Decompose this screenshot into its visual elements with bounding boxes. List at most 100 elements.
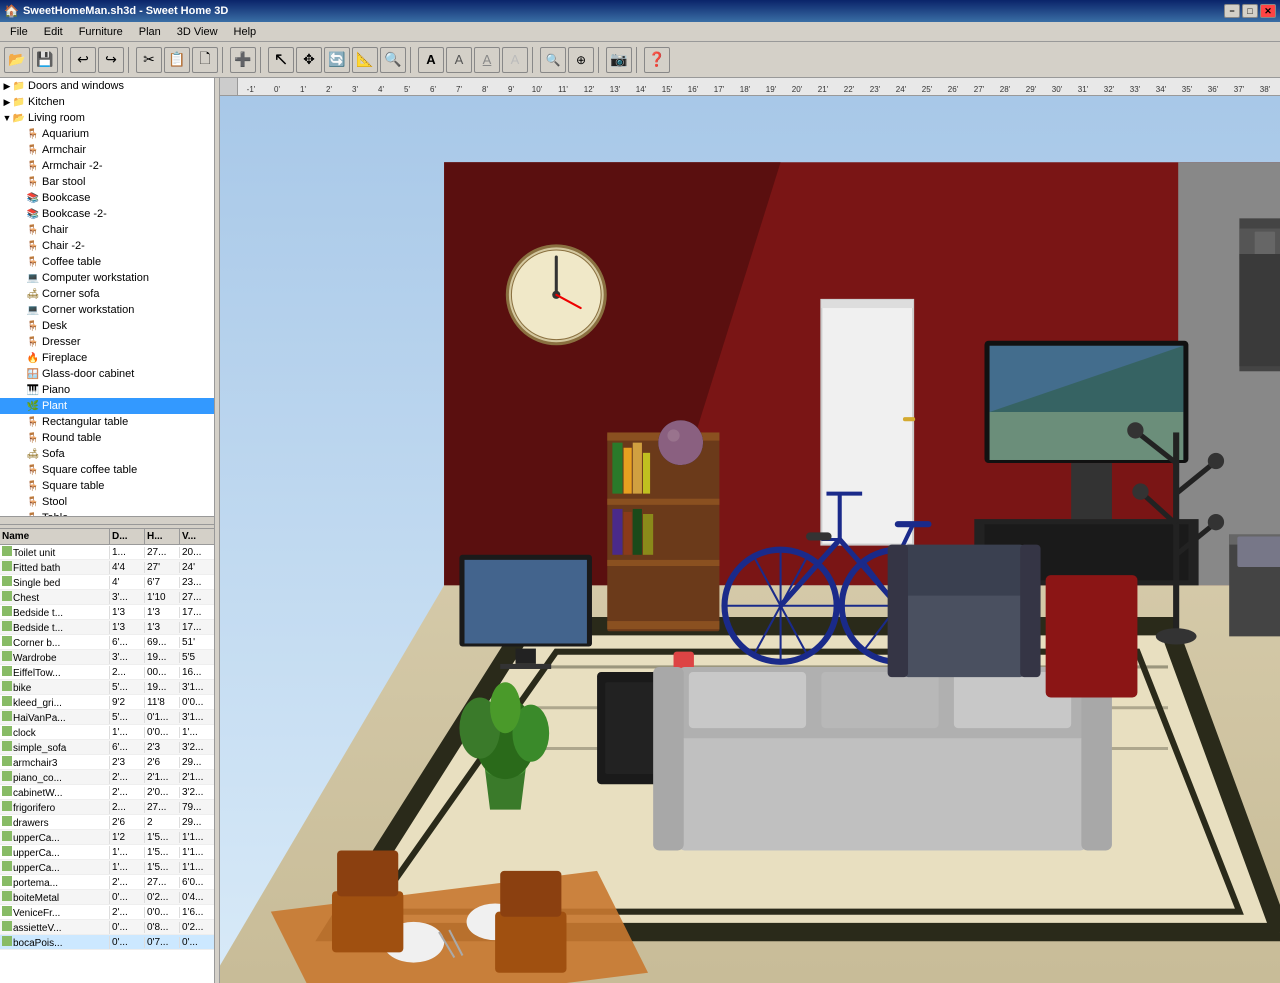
toolbar-add-furniture[interactable]: ➕ — [230, 47, 256, 73]
tree-item-bookcase2[interactable]: 📚 Bookcase -2- — [0, 206, 214, 222]
list-item-chest[interactable]: Chest 3'... 1'10 27... ☑ — [0, 590, 214, 605]
toolbar-zoom-in[interactable]: 🔍 — [380, 47, 406, 73]
toolbar-text-a3[interactable]: A — [474, 47, 500, 73]
item-v-frigo: 79... — [180, 802, 214, 813]
toolbar: 📂 💾 ↩ ↪ ✂ 📋 🗋 ➕ ↖ ✥ 🔄 📐 🔍 A A A A 🔍 ⊕ 📷 … — [0, 42, 1280, 78]
list-item-toilet[interactable]: Toilet unit 1... 27... 20... ☑ — [0, 545, 214, 560]
list-item-assiettev[interactable]: assietteV... 0'... 0'8... 0'2... ☑ — [0, 920, 214, 935]
menu-edit[interactable]: Edit — [36, 24, 71, 40]
item-name-venicefr: VeniceFr... — [0, 906, 110, 919]
toolbar-rotate[interactable]: 🔄 — [324, 47, 350, 73]
tree-item-dresser[interactable]: 🪑 Dresser — [0, 334, 214, 350]
list-item-bedside1[interactable]: Bedside t... 1'3 1'3 17... ☑ — [0, 605, 214, 620]
tree-item-sqtable[interactable]: 🪑 Square table — [0, 478, 214, 494]
tree-item-armchair2[interactable]: 🪑 Armchair -2- — [0, 158, 214, 174]
list-item-cornerb[interactable]: Corner b... 6'... 69... 51' ☑ — [0, 635, 214, 650]
list-item-singlebed[interactable]: Single bed 4' 6'7 23... ☑ — [0, 575, 214, 590]
toolbar-zoom-fit[interactable]: ⊕ — [568, 47, 594, 73]
tree-item-chair2[interactable]: 🪑 Chair -2- — [0, 238, 214, 254]
col-depth[interactable]: D... — [110, 529, 145, 544]
tree-item-sofa[interactable]: 🛋 Sofa — [0, 446, 214, 462]
toolbar-help[interactable]: ❓ — [644, 47, 670, 73]
tree-item-cornersofa[interactable]: 🛋 Corner sofa — [0, 286, 214, 302]
list-item-wardrobe[interactable]: Wardrobe 3'... 19... 5'5 ☑ — [0, 650, 214, 665]
tree-item-recttable[interactable]: 🪑 Rectangular table — [0, 414, 214, 430]
col-name[interactable]: Name — [0, 529, 110, 544]
tree-item-glasscabinet[interactable]: 🪟 Glass-door cabinet — [0, 366, 214, 382]
list-item-armchair3[interactable]: armchair3 2'3 2'6 29... ☑ — [0, 755, 214, 770]
list-item-upperca2[interactable]: upperCa... 1'... 1'5... 1'1... ☑ — [0, 845, 214, 860]
list-item-drawers[interactable]: drawers 2'6 2 29... ☑ — [0, 815, 214, 830]
tree-item-chair[interactable]: 🪑 Chair — [0, 222, 214, 238]
toolbar-text-a2[interactable]: A — [446, 47, 472, 73]
tree-item-fireplace[interactable]: 🔥 Fireplace — [0, 350, 214, 366]
toolbar-sep4 — [260, 47, 264, 73]
toolbar-text-a1[interactable]: A — [418, 47, 444, 73]
list-item-bedside2[interactable]: Bedside t... 1'3 1'3 17... ☑ — [0, 620, 214, 635]
toolbar-select[interactable]: ↖ — [268, 47, 294, 73]
toolbar-save[interactable]: 💾 — [32, 47, 58, 73]
menu-file[interactable]: File — [2, 24, 36, 40]
tree-item-computerws[interactable]: 💻 Computer workstation — [0, 270, 214, 286]
tree-item-coffeetable[interactable]: 🪑 Coffee table — [0, 254, 214, 270]
list-item-pianoco[interactable]: piano_co... 2'... 2'1... 2'1... ☑ — [0, 770, 214, 785]
list-item-fittedbath[interactable]: Fitted bath 4'4 27' 24' ☑ — [0, 560, 214, 575]
tree-item-kitchen[interactable]: ▶ 📁 Kitchen — [0, 94, 214, 110]
toolbar-pan[interactable]: ✥ — [296, 47, 322, 73]
3d-viewport[interactable] — [220, 96, 1280, 983]
toolbar-text-a4[interactable]: A — [502, 47, 528, 73]
tree-item-stool[interactable]: 🪑 Stool — [0, 494, 214, 510]
toolbar-redo[interactable]: ↪ — [98, 47, 124, 73]
tree-scrollbar[interactable] — [0, 516, 214, 524]
list-item-kleed[interactable]: kleed_gri... 9'2 11'8 0'0... ☑ — [0, 695, 214, 710]
toolbar-sep3 — [222, 47, 226, 73]
toolbar-cut[interactable]: ✂ — [136, 47, 162, 73]
list-item-portema[interactable]: portema... 2'... 27... 6'0... ☑ — [0, 875, 214, 890]
item-name-chest: Chest — [0, 591, 110, 604]
toolbar-ruler[interactable]: 📐 — [352, 47, 378, 73]
menu-furniture[interactable]: Furniture — [71, 24, 131, 40]
tree-item-armchair[interactable]: 🪑 Armchair — [0, 142, 214, 158]
furniture-tree[interactable]: ▶ 📁 Doors and windows ▶ 📁 Kitchen ▼ 📂 Li… — [0, 78, 214, 516]
tree-item-sqcoffeetable[interactable]: 🪑 Square coffee table — [0, 462, 214, 478]
maximize-button[interactable]: □ — [1242, 4, 1258, 18]
toolbar-paste[interactable]: 🗋 — [192, 47, 218, 73]
close-button[interactable]: ✕ — [1260, 4, 1276, 18]
toolbar-open[interactable]: 📂 — [4, 47, 30, 73]
col-value[interactable]: V... — [180, 529, 215, 544]
toolbar-copy[interactable]: 📋 — [164, 47, 190, 73]
list-item-haivan[interactable]: HaiVanPa... 5'... 0'1... 3'1... ☑ — [0, 710, 214, 725]
tree-item-aquarium[interactable]: 🪑 Aquarium — [0, 126, 214, 142]
toolbar-screenshot[interactable]: 📷 — [606, 47, 632, 73]
tree-item-living[interactable]: ▼ 📂 Living room — [0, 110, 214, 126]
item-d-armchair3: 2'3 — [110, 757, 145, 768]
list-item-clock[interactable]: clock 1'... 0'0... 1'... ☑ — [0, 725, 214, 740]
list-item-frigo[interactable]: frigorifero 2... 27... 79... ☑ — [0, 800, 214, 815]
tree-item-plant[interactable]: 🌿 Plant — [0, 398, 214, 414]
tree-item-piano[interactable]: 🎹 Piano — [0, 382, 214, 398]
furniture-list[interactable]: Toilet unit 1... 27... 20... ☑ Fitted ba… — [0, 545, 214, 983]
list-item-bike[interactable]: bike 5'... 19... 3'1... ☑ — [0, 680, 214, 695]
col-height[interactable]: H... — [145, 529, 180, 544]
tree-label-armchair: Armchair — [42, 144, 86, 156]
menu-3dview[interactable]: 3D View — [169, 24, 226, 40]
tree-item-barstool[interactable]: 🪑 Bar stool — [0, 174, 214, 190]
list-item-bocapois[interactable]: bocaPois... 0'... 0'7... 0'... ☑ — [0, 935, 214, 950]
menu-help[interactable]: Help — [226, 24, 265, 40]
tree-item-desk[interactable]: 🪑 Desk — [0, 318, 214, 334]
toolbar-undo[interactable]: ↩ — [70, 47, 96, 73]
toolbar-zoom-out[interactable]: 🔍 — [540, 47, 566, 73]
tree-item-bookcase[interactable]: 📚 Bookcase — [0, 190, 214, 206]
list-item-upperca1[interactable]: upperCa... 1'2 1'5... 1'1... ☑ — [0, 830, 214, 845]
menu-plan[interactable]: Plan — [131, 24, 169, 40]
list-item-eiffel[interactable]: EiffelTow... 2... 00... 16... ☑ — [0, 665, 214, 680]
list-item-upperca3[interactable]: upperCa... 1'... 1'5... 1'1... ☑ — [0, 860, 214, 875]
tree-item-doors[interactable]: ▶ 📁 Doors and windows — [0, 78, 214, 94]
list-item-cabinetw[interactable]: cabinetW... 2'... 2'0... 3'2... ☑ — [0, 785, 214, 800]
tree-item-roundtable[interactable]: 🪑 Round table — [0, 430, 214, 446]
list-item-venicefr[interactable]: VeniceFr... 2'... 0'0... 1'6... ☑ — [0, 905, 214, 920]
tree-item-cornerws[interactable]: 💻 Corner workstation — [0, 302, 214, 318]
list-item-boitemetal[interactable]: boiteMetal 0'... 0'2... 0'4... ☑ — [0, 890, 214, 905]
list-item-simplesofa[interactable]: simple_sofa 6'... 2'3 3'2... ☑ — [0, 740, 214, 755]
minimize-button[interactable]: − — [1224, 4, 1240, 18]
